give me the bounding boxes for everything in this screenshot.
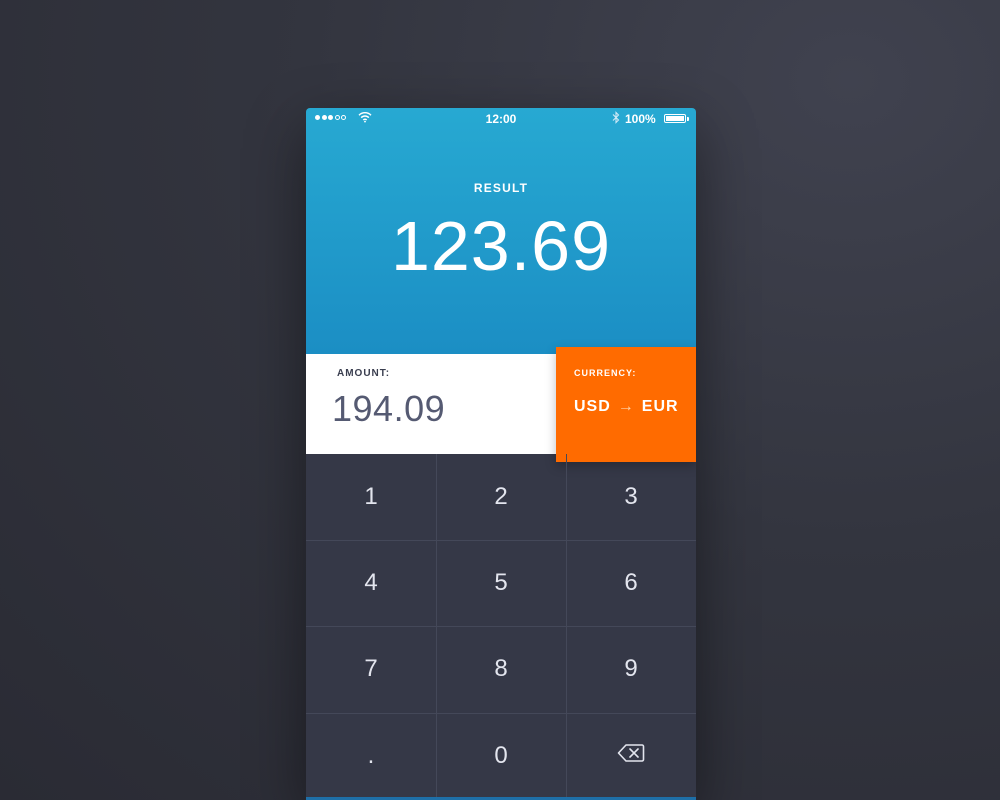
key-3[interactable]: 3 <box>566 454 696 540</box>
key-0[interactable]: 0 <box>436 713 566 799</box>
battery-icon <box>664 114 686 123</box>
arrow-right-icon: → <box>617 398 635 415</box>
battery-percent: 100% <box>625 112 656 126</box>
result-header: 12:00 100% RESULT 123.69 <box>306 108 696 354</box>
key-7[interactable]: 7 <box>306 626 436 712</box>
currency-pair: USD → EUR <box>574 398 679 416</box>
currency-to: EUR <box>641 398 679 415</box>
key-8[interactable]: 8 <box>436 626 566 712</box>
key-6[interactable]: 6 <box>566 540 696 626</box>
currency-selector-button[interactable]: CURRENCY: USD → EUR <box>556 347 696 462</box>
currency-label: CURRENCY: <box>574 368 637 378</box>
keypad: 1 2 3 4 5 6 7 8 9 . 0 <box>306 454 696 800</box>
backspace-button[interactable] <box>566 713 696 799</box>
key-2[interactable]: 2 <box>436 454 566 540</box>
bluetooth-icon <box>612 111 620 127</box>
battery-tip <box>687 117 689 121</box>
key-5[interactable]: 5 <box>436 540 566 626</box>
key-4[interactable]: 4 <box>306 540 436 626</box>
amount-value: 194.09 <box>332 388 446 429</box>
key-1[interactable]: 1 <box>306 454 436 540</box>
converter-app: 12:00 100% RESULT 123.69 AMOUNT: 194.09 … <box>306 108 696 800</box>
currency-from: USD <box>574 398 611 415</box>
result-label: RESULT <box>473 181 529 195</box>
backspace-icon <box>617 742 645 770</box>
result-value: 123.69 <box>390 207 612 285</box>
status-bar: 12:00 100% <box>306 108 696 130</box>
amount-field[interactable]: AMOUNT: 194.09 <box>306 354 556 454</box>
key-decimal[interactable]: . <box>306 713 436 799</box>
amount-label: AMOUNT: <box>337 368 391 379</box>
key-9[interactable]: 9 <box>566 626 696 712</box>
